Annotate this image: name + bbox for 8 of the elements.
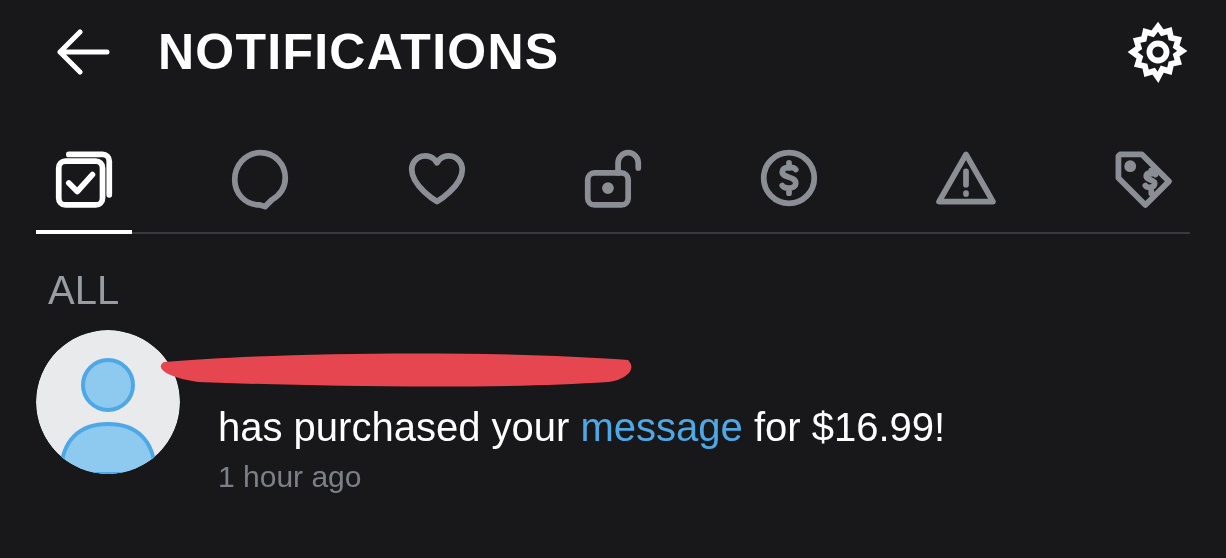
section-heading: ALL [48,270,121,310]
back-arrow-icon[interactable] [56,29,110,75]
timestamp: 1 hour ago [218,462,363,492]
settings-icon[interactable] [1126,20,1190,84]
message-link[interactable]: message [580,405,743,449]
avatar[interactable] [36,330,180,474]
notification-text: has purchased your message for $16.99! [218,404,946,451]
page-title: NOTIFICATIONS [158,27,560,77]
